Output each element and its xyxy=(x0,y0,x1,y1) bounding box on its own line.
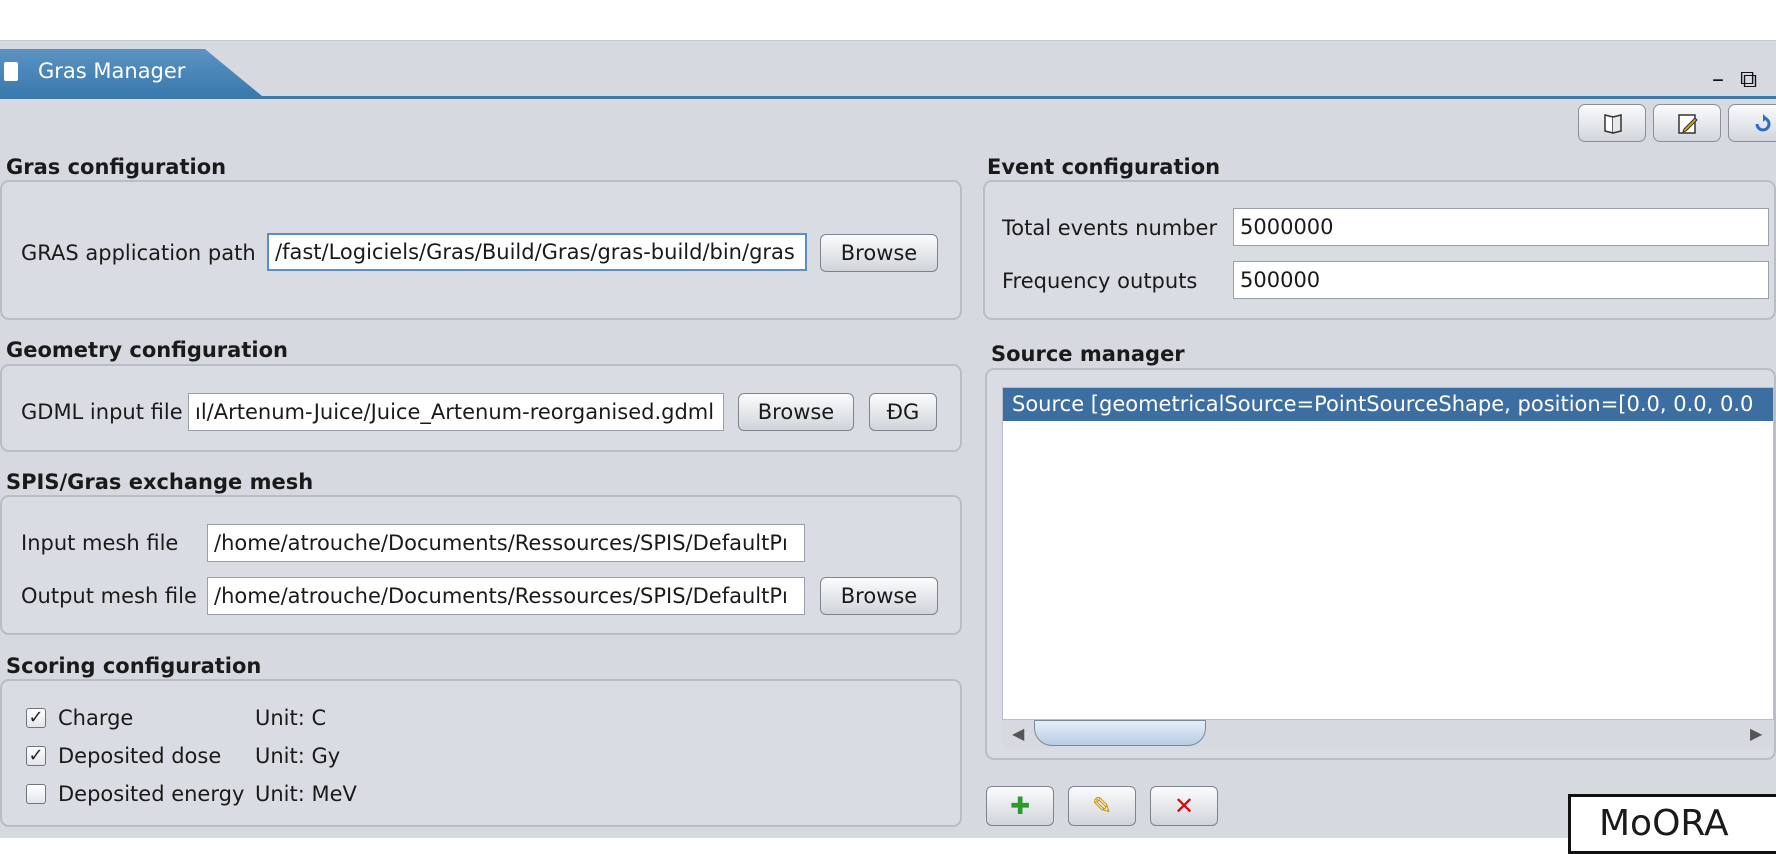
deposited-energy-label: Deposited energy xyxy=(58,782,245,806)
gdml-input-field[interactable]: ıl/Artenum-Juice/Juice_Artenum-reorganis… xyxy=(188,393,724,431)
charge-checkbox[interactable]: ✓ xyxy=(26,708,46,728)
moqra-badge: MoORA xyxy=(1568,794,1776,854)
deposited-dose-checkbox[interactable]: ✓ xyxy=(26,746,46,766)
frequency-outputs-input[interactable]: 500000 xyxy=(1233,261,1769,299)
scroll-left-icon[interactable]: ◀ xyxy=(1012,724,1024,743)
add-source-button[interactable]: ✚ xyxy=(986,786,1054,826)
frequency-outputs-label: Frequency outputs xyxy=(1002,269,1198,293)
source-manager-title: Source manager xyxy=(991,342,1185,366)
gras-path-input[interactable]: /fast/Logiciels/Gras/Build/Gras/gras-bui… xyxy=(267,233,807,271)
plus-icon: ✚ xyxy=(1009,792,1031,820)
book-icon xyxy=(1604,114,1622,134)
tab-bar: Gras Manager – ⧉ xyxy=(0,49,1776,99)
help-button[interactable] xyxy=(1578,104,1646,142)
mesh-browse-button[interactable]: Browse xyxy=(820,577,938,615)
minimize-icon[interactable]: – xyxy=(1712,65,1724,93)
tab-gras-manager[interactable]: Gras Manager xyxy=(0,49,262,96)
charge-label: Charge xyxy=(58,706,134,730)
document-icon xyxy=(4,62,18,81)
total-events-label: Total events number xyxy=(1002,216,1218,240)
mesh-config-title: SPIS/Gras exchange mesh xyxy=(6,470,314,494)
gras-browse-button[interactable]: Browse xyxy=(820,234,938,272)
restore-icon[interactable]: ⧉ xyxy=(1740,65,1757,93)
gdml-input-label: GDML input file xyxy=(21,400,183,424)
scroll-right-icon[interactable]: ▶ xyxy=(1750,724,1762,743)
edit-source-button[interactable]: ✎ xyxy=(1068,786,1136,826)
deposited-energy-checkbox[interactable] xyxy=(26,784,46,804)
source-list[interactable]: Source [geometricalSource=PointSourceSha… xyxy=(1002,387,1774,720)
deposited-dose-unit: Unit: Gy xyxy=(255,744,341,768)
refresh-button[interactable] xyxy=(1728,104,1776,142)
scoring-config-title: Scoring configuration xyxy=(6,654,262,678)
input-mesh-field[interactable]: /home/atrouche/Documents/Ressources/SPIS… xyxy=(207,524,805,562)
scroll-thumb[interactable] xyxy=(1034,720,1206,746)
event-config-group xyxy=(983,180,1776,320)
total-events-input[interactable]: 5000000 xyxy=(1233,208,1769,246)
gdml-view-button[interactable]: ÐG xyxy=(869,393,937,431)
geometry-config-title: Geometry configuration xyxy=(6,338,288,362)
event-config-title: Event configuration xyxy=(987,155,1221,179)
gras-config-title: Gras configuration xyxy=(6,155,227,179)
list-item[interactable]: Source [geometricalSource=PointSourceSha… xyxy=(1003,388,1773,421)
charge-unit: Unit: C xyxy=(255,706,327,730)
deposited-dose-label: Deposited dose xyxy=(58,744,222,768)
deposited-energy-unit: Unit: MeV xyxy=(255,782,357,806)
delete-source-button[interactable]: ✕ xyxy=(1150,786,1218,826)
gras-path-label: GRAS application path xyxy=(21,241,256,265)
tab-title: Gras Manager xyxy=(38,59,186,83)
gdml-browse-button[interactable]: Browse xyxy=(738,393,854,431)
source-list-hscrollbar[interactable]: ◀ ▶ xyxy=(1002,720,1774,748)
pencil-icon: ✎ xyxy=(1091,792,1113,820)
output-mesh-field[interactable]: /home/atrouche/Documents/Ressources/SPIS… xyxy=(207,577,805,615)
close-icon: ✕ xyxy=(1173,792,1195,820)
refresh-icon xyxy=(1755,114,1771,132)
edit-config-button[interactable] xyxy=(1653,104,1721,142)
edit-icon xyxy=(1678,114,1698,134)
input-mesh-label: Input mesh file xyxy=(21,531,179,555)
output-mesh-label: Output mesh file xyxy=(21,584,197,608)
top-whitespace xyxy=(0,0,1776,40)
